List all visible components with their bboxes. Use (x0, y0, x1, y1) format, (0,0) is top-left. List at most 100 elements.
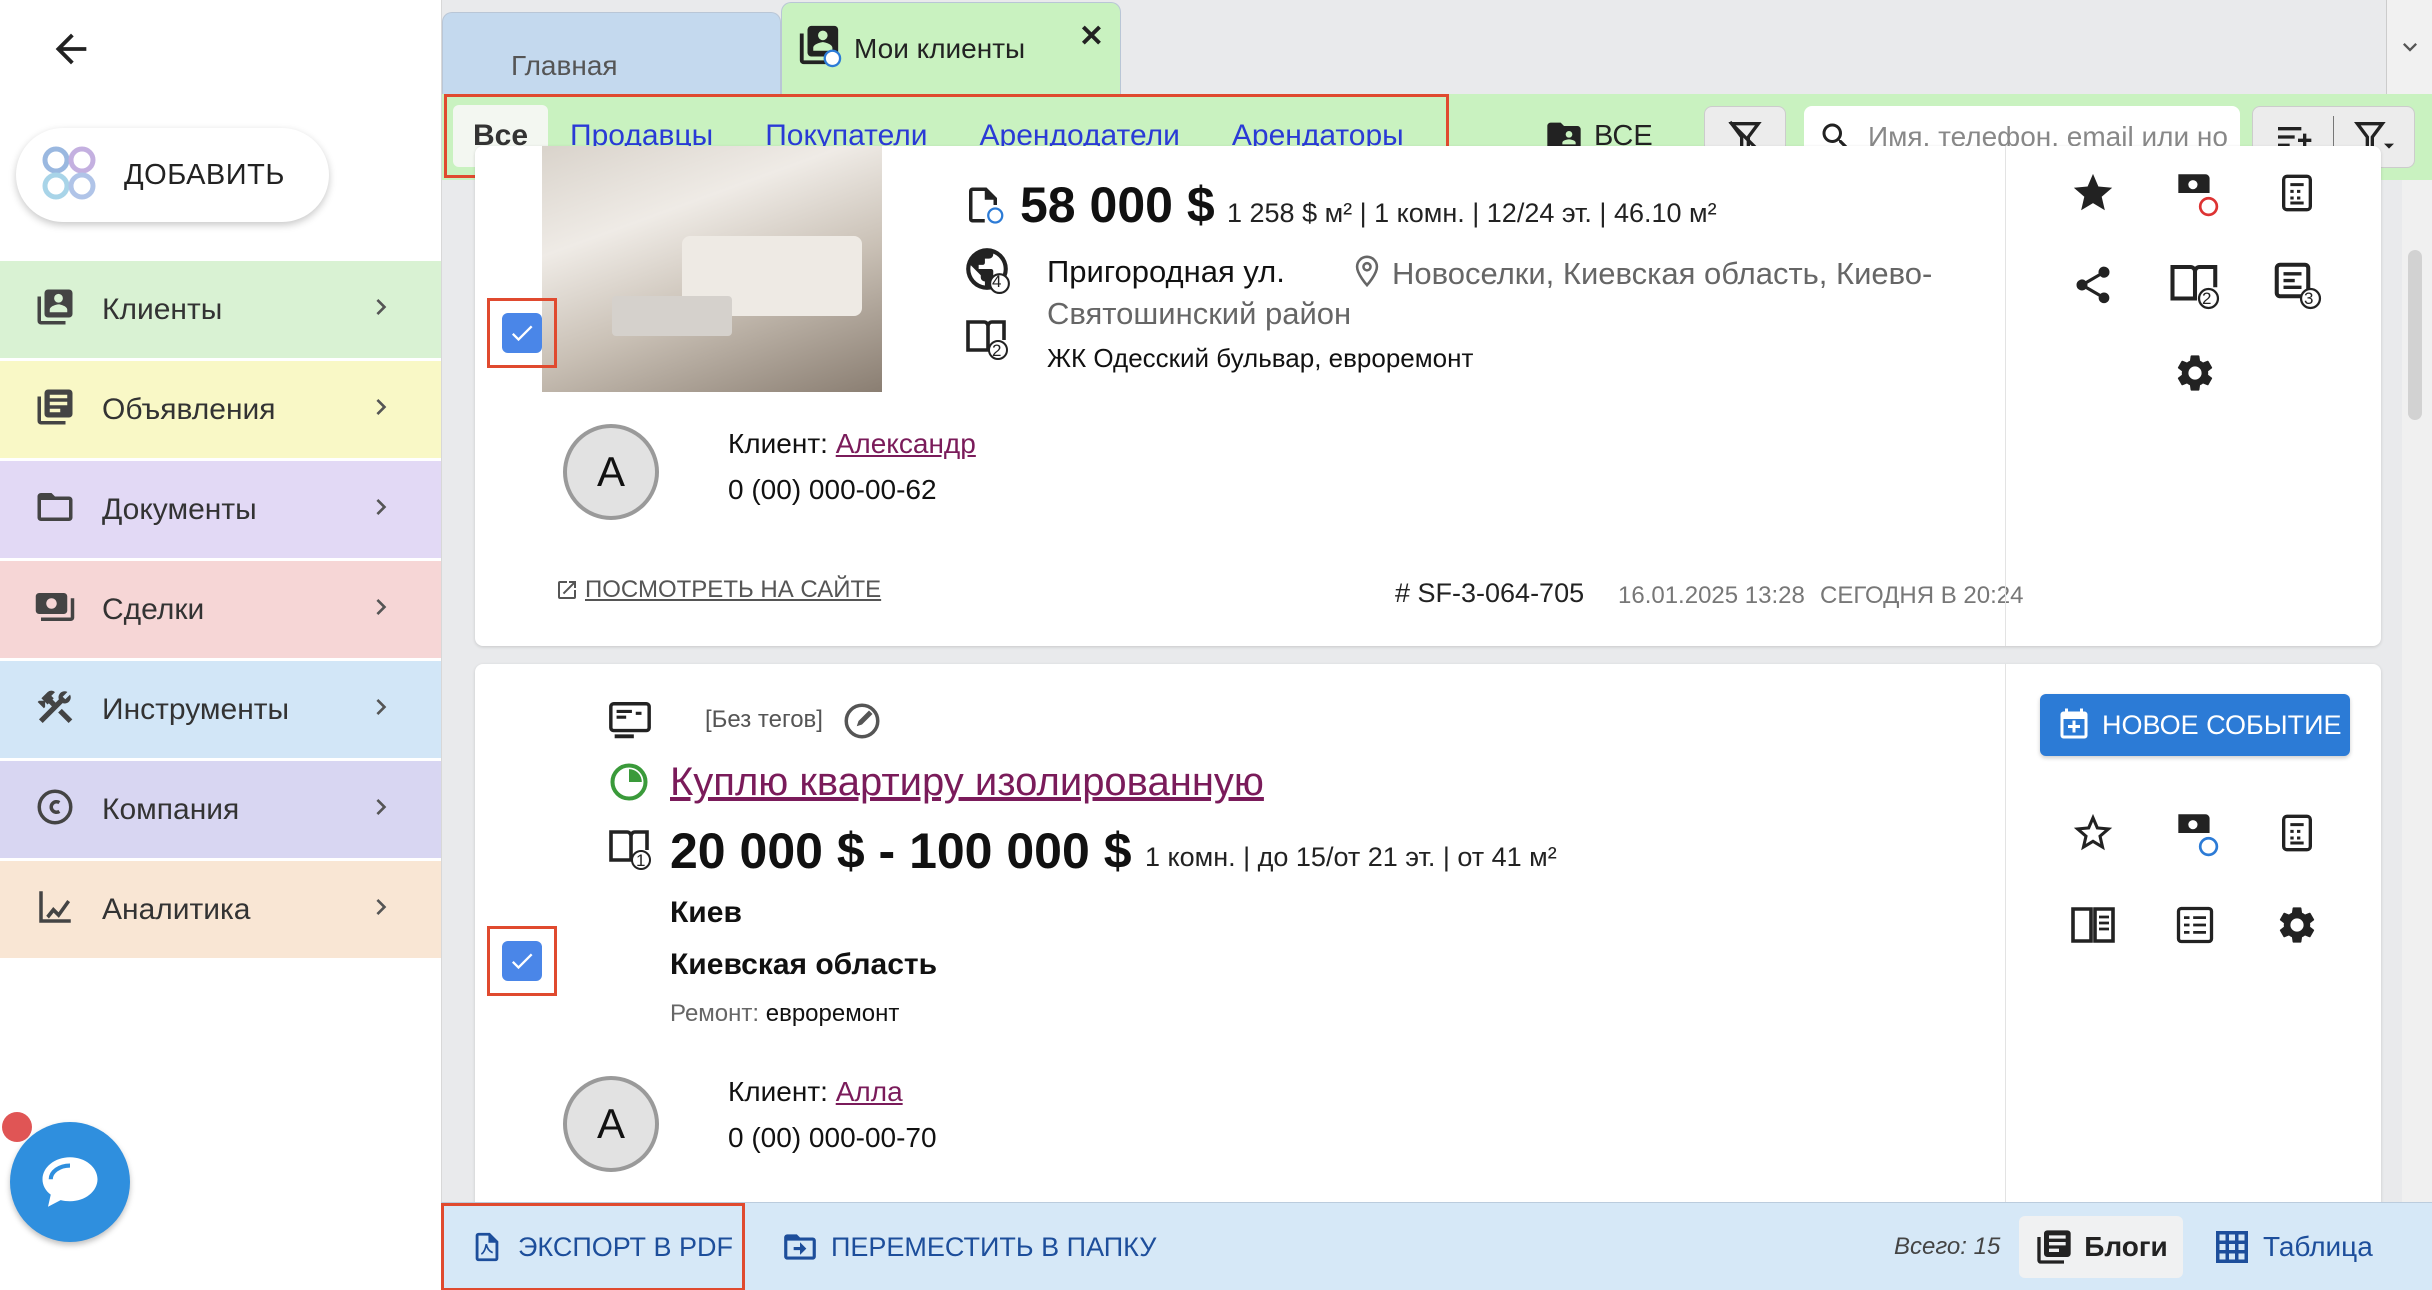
favorite-star-icon[interactable] (2066, 166, 2120, 220)
notification-dot (2, 1112, 32, 1142)
checkbox-highlight (487, 298, 557, 368)
clients-icon (34, 286, 76, 333)
move-to-folder-label: ПЕРЕМЕСТИТЬ В ПАПКУ (831, 1231, 1157, 1262)
chevron-down-icon (2402, 43, 2417, 52)
book-count-badge: 2 (2202, 289, 2212, 308)
external-link-icon (558, 581, 576, 599)
close-tab-icon[interactable]: ✕ (1079, 19, 1104, 54)
main-area: Главная Мои клиенты ✕ Все Продавцы Покуп… (441, 0, 2432, 1290)
book-count-icon[interactable]: 2 (2168, 258, 2222, 312)
book-icon[interactable] (2066, 898, 2120, 952)
chevron-right-icon (365, 691, 397, 728)
sidebar-item-label: Инструменты (102, 692, 290, 726)
move-to-folder-button[interactable]: ПЕРЕМЕСТИТЬ В ПАПКУ (781, 1203, 1156, 1290)
company-icon (34, 786, 76, 833)
pdf-icon (475, 1232, 499, 1262)
back-arrow-icon[interactable] (48, 26, 94, 72)
card-actions: НОВОЕ СОБЫТИЕ (2005, 664, 2381, 1224)
add-logo-icon (38, 142, 100, 209)
bottom-toolbar: ЭКСПОРТ В PDF ПЕРЕМЕСТИТЬ В ПАПКУ Всего:… (441, 1202, 2432, 1290)
client-prefix: Клиент: (728, 428, 828, 459)
settings-gear-icon[interactable] (2168, 346, 2222, 400)
blogs-view-icon (2037, 1230, 2071, 1264)
book-badge: 2 (992, 341, 1002, 360)
share-icon[interactable] (2066, 258, 2120, 312)
list-count-badge: 3 (2304, 289, 2314, 308)
view-blogs-button[interactable]: Блоги (2019, 1216, 2183, 1278)
chevron-right-icon (365, 591, 397, 628)
select-checkbox[interactable] (502, 941, 542, 981)
export-pdf-button[interactable]: ЭКСПОРТ В PDF (441, 1203, 745, 1290)
list-icon[interactable] (2168, 898, 2222, 952)
scroll-thumb[interactable] (2408, 250, 2422, 420)
new-event-button[interactable]: НОВОЕ СОБЫТИЕ (2040, 694, 2350, 756)
client-mood-icon[interactable] (2168, 806, 2222, 860)
analytics-icon (34, 886, 76, 933)
add-button[interactable]: ДОБАВИТЬ (16, 128, 329, 222)
sidebar-item-clients[interactable]: Клиенты (0, 261, 441, 358)
sidebar-item-label: Документы (102, 492, 257, 526)
listing-code: # SF-3-064-705 (1395, 578, 1585, 608)
sidebar-item-label: Аналитика (102, 892, 251, 926)
client-avatar: A (563, 1076, 659, 1172)
repair-line: Ремонт: евроремонт (670, 1000, 899, 1028)
book-icon: 1 (605, 824, 653, 877)
listing-meta: 1 258 $ м² | 1 комн. | 12/24 эт. | 46.10… (1227, 198, 1717, 228)
card-actions: 2 3 (2005, 146, 2381, 646)
edit-tags-icon[interactable] (841, 700, 883, 747)
listing-complex: ЖК Одесский бульвар, евроремонт (1047, 343, 1474, 373)
sidebar-item-label: Компания (102, 792, 240, 826)
listing-price: 58 000 $ (1020, 177, 1215, 233)
globe-badge: 4 (992, 272, 1002, 291)
calculator-icon[interactable] (2270, 166, 2324, 220)
document-client-icon (962, 184, 1004, 231)
client-mood-icon[interactable] (2168, 166, 2222, 220)
calculator-icon[interactable] (2270, 806, 2324, 860)
client-phone: 0 (00) 000-00-62 (728, 474, 937, 505)
sidebar-item-label: Объявления (102, 392, 276, 426)
export-pdf-label: ЭКСПОРТ В PDF (518, 1231, 734, 1262)
sidebar-item-tools[interactable]: Инструменты (0, 661, 441, 758)
sidebar-item-analytics[interactable]: Аналитика (0, 861, 441, 958)
favorite-star-outline-icon[interactable] (2066, 806, 2120, 860)
view-on-site-link[interactable]: ПОСМОТРЕТЬ НА САЙТЕ (555, 576, 881, 604)
created-date: 16.01.2025 13:28 (1618, 582, 1805, 609)
listing-photo[interactable] (542, 146, 882, 392)
client-name-link[interactable]: Алла (836, 1076, 903, 1107)
tabs-dropdown-button[interactable] (2386, 0, 2432, 94)
client-name-link[interactable]: Александр (836, 428, 976, 459)
chat-button[interactable] (10, 1122, 130, 1242)
sidebar-item-deals[interactable]: Сделки (0, 561, 441, 658)
request-title-link[interactable]: Куплю квартиру изолированную (670, 760, 1264, 805)
request-card: [Без тегов] Куплю квартиру изолированную… (475, 664, 2381, 1224)
sidebar-item-company[interactable]: Компания (0, 761, 441, 858)
vertical-scrollbar[interactable] (2402, 180, 2432, 1202)
view-blogs-label: Блоги (2084, 1231, 2168, 1262)
chevron-right-icon (365, 891, 397, 928)
request-meta: 1 комн. | до 15/от 21 эт. | от 41 м² (1145, 842, 1557, 872)
sidebar-item-label: Клиенты (102, 292, 223, 326)
settings-gear-icon[interactable] (2270, 898, 2324, 952)
request-price-range: 20 000 $ - 100 000 $ (670, 823, 1132, 879)
new-event-label: НОВОЕ СОБЫТИЕ (2102, 709, 2342, 740)
tab-my-clients-label: Мои клиенты (854, 32, 1026, 64)
tab-home-label: Главная (511, 50, 618, 81)
request-region: Киевская область (670, 948, 938, 981)
sidebar-item-listings[interactable]: Объявления (0, 361, 441, 458)
sidebar-item-documents[interactable]: Документы (0, 461, 441, 558)
request-type-icon (607, 698, 653, 749)
view-table-button[interactable]: Таблица (2213, 1216, 2373, 1278)
chevron-right-icon (365, 391, 397, 428)
listings-icon (34, 386, 76, 433)
add-button-label: ДОБАВИТЬ (124, 158, 285, 191)
clients-tab-icon (796, 22, 842, 75)
view-on-site-label: ПОСМОТРЕТЬ НА САЙТЕ (585, 576, 882, 603)
tab-my-clients[interactable]: Мои клиенты ✕ (781, 2, 1121, 94)
list-count-icon[interactable]: 3 (2270, 258, 2324, 312)
chevron-right-icon (365, 791, 397, 828)
chat-icon (42, 1157, 98, 1207)
listing-card: 58 000 $ 1 258 $ м² | 1 комн. | 12/24 эт… (475, 146, 2381, 646)
select-checkbox[interactable] (502, 313, 542, 353)
tab-home[interactable]: Главная (442, 12, 781, 94)
total-count: Всего: 15 (1894, 1233, 2001, 1260)
